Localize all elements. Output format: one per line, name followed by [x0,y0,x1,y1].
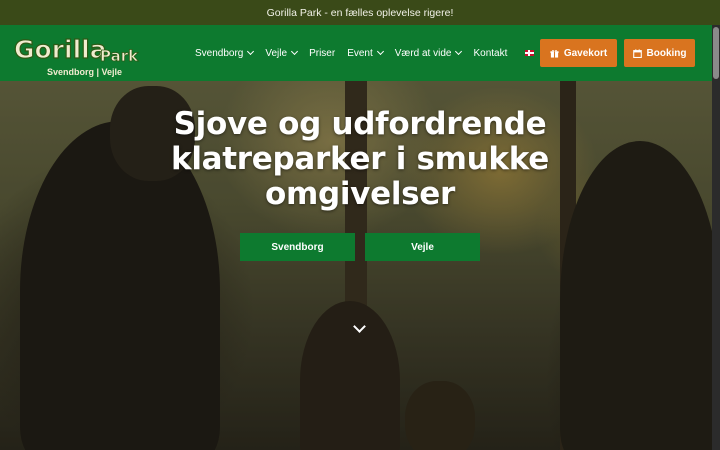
logo-graphic: Gorilla Park Svendborg | Vejle [13,34,139,77]
gavekort-label: Gavekort [563,47,608,59]
menu-label-vejle: Vejle [265,47,288,59]
menu-item-priser[interactable]: Priser [309,48,335,59]
logo-word-park: Park [100,47,139,65]
menu-label-kontakt: Kontakt [473,47,508,59]
danish-flag-icon [525,50,535,56]
chevron-down-icon [376,47,384,56]
menu-label-vaerd-at-vide: Værd at vide [394,47,452,59]
menu-label-svendborg: Svendborg [195,47,244,59]
headline-line-2: klatreparker i smukke [171,141,549,177]
booking-label: Booking [646,47,687,59]
announcement-bar: Gorilla Park - en fælles oplevelse riger… [0,0,720,25]
gavekort-button[interactable]: Gavekort [540,39,617,67]
menu-item-kontakt[interactable]: Kontakt [473,48,507,59]
main-navbar: Gorilla Park Svendborg | Vejle Svendborg… [0,25,712,81]
svendborg-button[interactable]: Svendborg [240,233,355,261]
chevron-down-icon [291,47,299,56]
vejle-button[interactable]: Vejle [365,233,480,261]
menu-item-vaerd-at-vide[interactable]: Værd at vide [394,47,463,59]
announcement-text: Gorilla Park - en fælles oplevelse riger… [266,6,454,19]
page-scrollbar[interactable] [712,25,720,450]
menu-item-svendborg[interactable]: Svendborg [195,47,255,59]
logo-tagline: Svendborg | Vejle [47,67,122,77]
booking-button[interactable]: Booking [624,39,695,67]
scrollbar-thumb[interactable] [713,27,719,79]
menu-label-event: Event [347,47,373,59]
primary-menu: Svendborg Vejle Priser Event Værd at vid… [195,25,561,81]
vejle-button-label: Vejle [411,241,434,253]
menu-item-vejle[interactable]: Vejle [265,47,299,59]
headline-line-1: Sjove og udfordrende [173,106,547,142]
svendborg-button-label: Svendborg [271,241,324,253]
headline-line-3: omgivelser [264,176,456,212]
hero-headline: Sjove og udfordrende klatreparker i smuk… [0,107,720,212]
logo-word-gorilla: Gorilla [14,35,107,64]
menu-label-priser: Priser [309,47,336,59]
gift-icon [550,49,559,58]
chevron-down-icon [455,47,463,56]
chevron-down-icon [247,47,255,56]
calendar-icon [632,48,642,58]
gorilla-park-logo[interactable]: Gorilla Park Svendborg | Vejle [12,28,144,78]
menu-item-event[interactable]: Event [347,47,384,59]
